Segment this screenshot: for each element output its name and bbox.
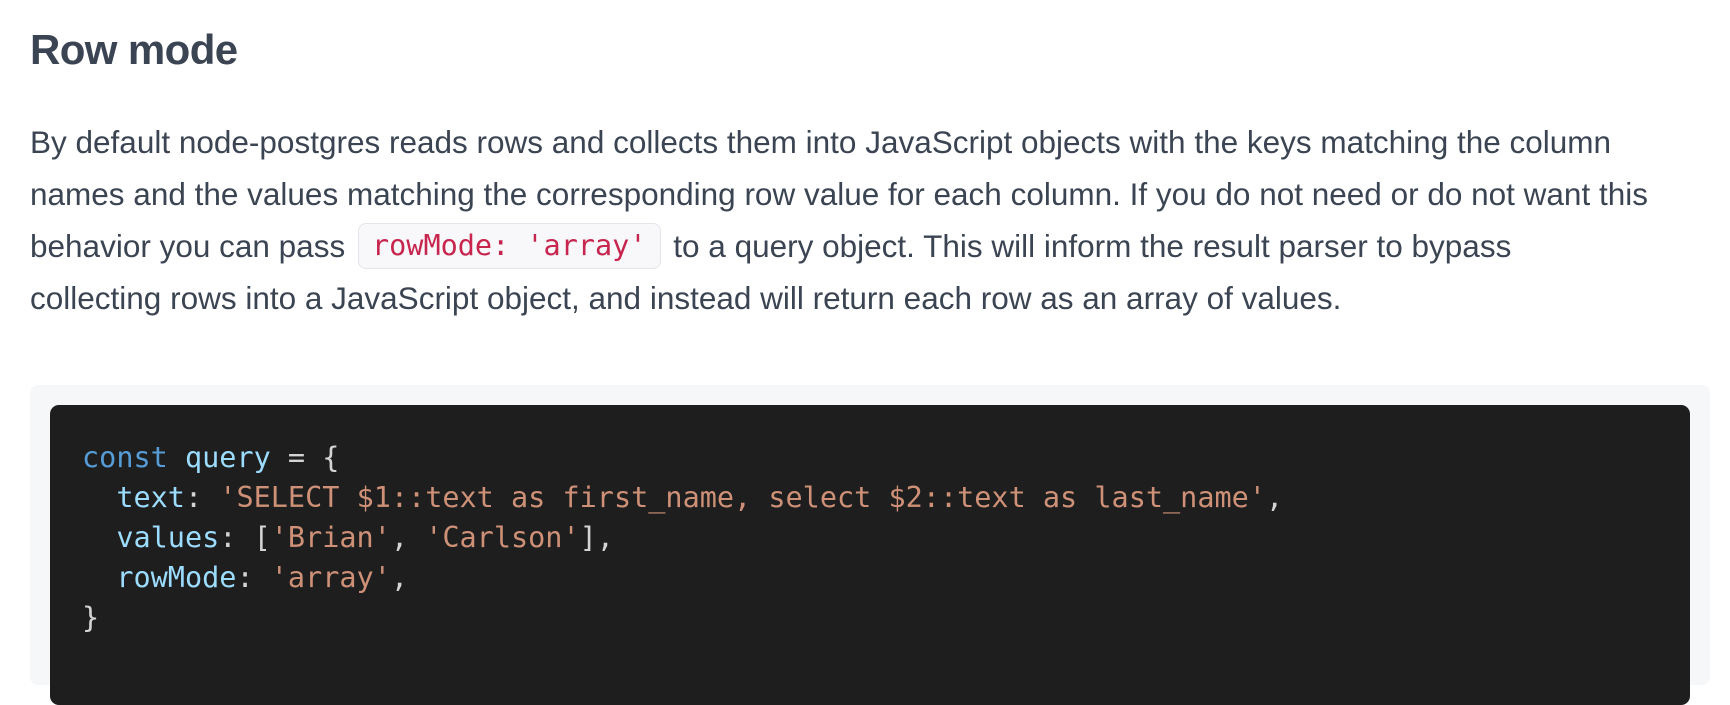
- code-line: values: ['Brian', 'Carlson'],: [82, 518, 1690, 558]
- code-line: }: [82, 598, 1690, 638]
- description-paragraph: By default node-postgres reads rows and …: [30, 116, 1730, 324]
- paragraph-text: to a query object. This will inform the …: [673, 228, 1512, 264]
- code-punctuation: }: [82, 601, 100, 634]
- code-property: rowMode: [116, 561, 237, 594]
- code-identifier: query: [184, 441, 271, 474]
- paragraph-line: behavior you can pass rowMode: 'array' t…: [30, 220, 1730, 272]
- code-property: text: [116, 481, 185, 514]
- code-punctuation: ,: [1265, 481, 1284, 514]
- code-line: text: 'SELECT $1::text as first_name, se…: [82, 478, 1690, 518]
- section-heading: Row mode: [30, 26, 238, 73]
- code-line: rowMode: 'array',: [82, 558, 1690, 598]
- paragraph-line: By default node-postgres reads rows and …: [30, 124, 1612, 160]
- code-example-container: const query = { text: 'SELECT $1::text a…: [30, 385, 1710, 705]
- paragraph-text: behavior you can pass: [30, 228, 346, 264]
- code-string: 'Brian': [270, 521, 391, 554]
- code-block[interactable]: const query = { text: 'SELECT $1::text a…: [50, 405, 1690, 705]
- code-punctuation: ,: [390, 561, 409, 594]
- code-line: const query = {: [82, 438, 1690, 478]
- code-punctuation: : [: [219, 521, 271, 554]
- code-punctuation: = {: [270, 441, 340, 474]
- code-punctuation: ,: [390, 521, 426, 554]
- code-string: 'SELECT $1::text as first_name, select $…: [219, 481, 1266, 514]
- paragraph-line: names and the values matching the corres…: [30, 176, 1648, 212]
- inline-code-rowmode: rowMode: 'array': [357, 223, 661, 269]
- code-punctuation: ],: [579, 521, 614, 554]
- code-string: 'Carlson': [425, 521, 580, 554]
- code-punctuation: :: [236, 561, 271, 594]
- paragraph-line: collecting rows into a JavaScript object…: [30, 280, 1342, 316]
- code-punctuation: :: [184, 481, 220, 514]
- code-property: values: [116, 521, 220, 554]
- code-string: 'array': [270, 561, 391, 594]
- code-keyword: const: [82, 441, 168, 474]
